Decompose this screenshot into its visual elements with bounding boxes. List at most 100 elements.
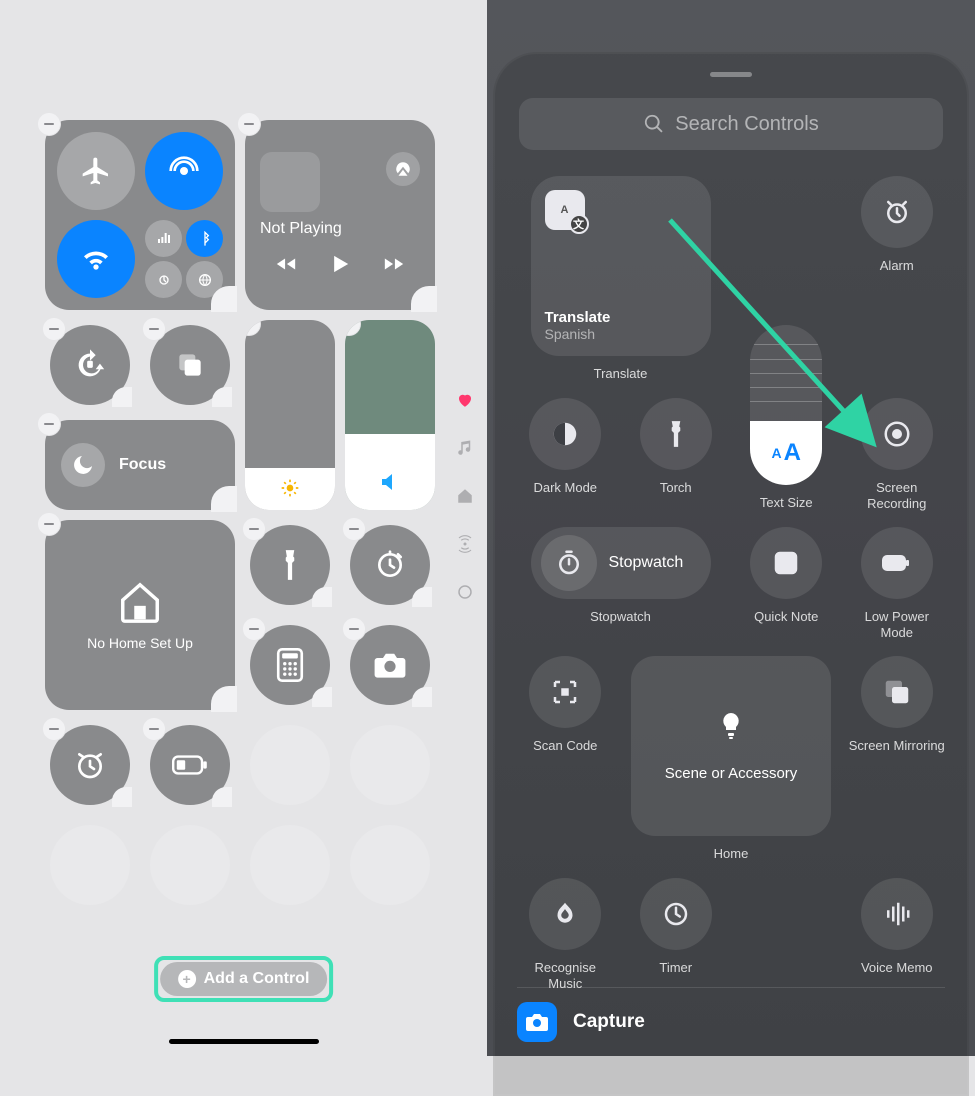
- torch-control[interactable]: [640, 398, 712, 470]
- remove-rotation-lock[interactable]: [42, 317, 66, 341]
- connectivity-more[interactable]: [145, 220, 223, 298]
- remove-home[interactable]: [37, 512, 61, 536]
- stopwatch-label: Stopwatch: [590, 609, 651, 625]
- empty-slot[interactable]: [350, 725, 430, 805]
- text-size-control[interactable]: AA: [750, 325, 822, 485]
- capture-app-icon: [517, 1002, 557, 1042]
- volume-slider[interactable]: [345, 320, 435, 510]
- torch-label: Torch: [660, 480, 692, 496]
- controls-gallery-screen: Search Controls A文 Translate Spanish Tra…: [487, 0, 975, 1056]
- airdrop-button[interactable]: [145, 132, 223, 210]
- timer-label: Timer: [659, 960, 692, 976]
- antenna-icon[interactable]: [455, 534, 475, 554]
- translate-icon: A文: [545, 190, 585, 230]
- music-note-icon[interactable]: [455, 438, 475, 458]
- add-control-label: Add a Control: [204, 970, 310, 988]
- resize-grip[interactable]: [211, 486, 237, 512]
- low-power-button[interactable]: [150, 725, 230, 805]
- add-control-highlight: + Add a Control: [154, 956, 334, 1002]
- calculator-button[interactable]: [250, 625, 330, 705]
- scan-code-label: Scan Code: [533, 738, 597, 754]
- brightness-slider[interactable]: [245, 320, 335, 510]
- remove-focus[interactable]: [37, 412, 61, 436]
- rotation-lock-button[interactable]: [50, 325, 130, 405]
- home-widget-control[interactable]: Scene or Accessory: [631, 656, 831, 836]
- home-tile[interactable]: No Home Set Up: [45, 520, 235, 710]
- stopwatch-pill-label: Stopwatch: [609, 554, 684, 572]
- timer-control[interactable]: [640, 878, 712, 950]
- search-placeholder: Search Controls: [675, 113, 818, 136]
- empty-slot[interactable]: [50, 825, 130, 905]
- voice-memo-control[interactable]: [861, 878, 933, 950]
- remove-camera[interactable]: [342, 617, 366, 641]
- translate-label: Translate: [594, 366, 648, 382]
- resize-grip[interactable]: [211, 686, 237, 712]
- home-label: Home: [714, 846, 749, 862]
- remove-alarm[interactable]: [42, 717, 66, 741]
- resize-grip[interactable]: [411, 286, 437, 312]
- low-power-mode-control[interactable]: [861, 527, 933, 599]
- remove-connectivity[interactable]: [37, 112, 61, 136]
- dark-mode-label: Dark Mode: [533, 480, 597, 496]
- media-tile[interactable]: Not Playing: [245, 120, 435, 310]
- empty-slot[interactable]: [350, 825, 430, 905]
- remove-screen-mirroring[interactable]: [142, 317, 166, 341]
- remove-timer[interactable]: [342, 517, 366, 541]
- play-icon[interactable]: [326, 250, 354, 278]
- bulb-icon: [716, 711, 746, 741]
- capture-section-title: Capture: [573, 1011, 645, 1033]
- house-icon[interactable]: [455, 486, 475, 506]
- media-status: Not Playing: [260, 220, 420, 238]
- rewind-icon[interactable]: [273, 253, 299, 275]
- page-dots-sidebar: [455, 390, 475, 602]
- empty-slot[interactable]: [250, 725, 330, 805]
- dark-mode-control[interactable]: [529, 398, 601, 470]
- recognise-music-control[interactable]: [529, 878, 601, 950]
- quick-note-label: Quick Note: [754, 609, 818, 625]
- album-art-placeholder: [260, 152, 320, 212]
- empty-slot[interactable]: [150, 825, 230, 905]
- camera-button[interactable]: [350, 625, 430, 705]
- translate-title: Translate: [545, 309, 697, 326]
- remove-brightness[interactable]: [245, 320, 261, 336]
- text-size-label: Text Size: [760, 495, 813, 511]
- screen-mirroring-label: Screen Mirroring: [849, 738, 945, 754]
- speaker-icon: [378, 470, 402, 494]
- airplane-mode-button[interactable]: [57, 132, 135, 210]
- home-widget-text: Scene or Accessory: [665, 765, 798, 782]
- scan-code-control[interactable]: [529, 656, 601, 728]
- voice-memo-label: Voice Memo: [861, 960, 933, 976]
- circle-icon[interactable]: [455, 582, 475, 602]
- connectivity-tile[interactable]: [45, 120, 235, 310]
- wifi-button[interactable]: [57, 220, 135, 298]
- search-controls-field[interactable]: Search Controls: [519, 98, 943, 150]
- screen-recording-control[interactable]: [861, 398, 933, 470]
- alarm-label: Alarm: [880, 258, 914, 274]
- remove-calculator[interactable]: [242, 617, 266, 641]
- torch-button[interactable]: [250, 525, 330, 605]
- remove-volume[interactable]: [345, 320, 361, 336]
- low-power-mode-label: Low Power Mode: [849, 609, 946, 640]
- stopwatch-control[interactable]: Stopwatch: [531, 527, 711, 599]
- focus-label: Focus: [119, 456, 166, 474]
- forward-icon[interactable]: [381, 253, 407, 275]
- search-icon: [643, 113, 665, 135]
- timer-button[interactable]: [350, 525, 430, 605]
- separator: [517, 987, 945, 988]
- focus-tile[interactable]: Focus: [45, 420, 235, 510]
- alarm-button[interactable]: [50, 725, 130, 805]
- moon-icon: [61, 443, 105, 487]
- home-indicator[interactable]: [169, 1039, 319, 1044]
- airplay-icon[interactable]: [386, 152, 420, 186]
- add-control-button[interactable]: + Add a Control: [160, 962, 328, 996]
- screen-mirroring-control[interactable]: [861, 656, 933, 728]
- quick-note-control[interactable]: [750, 527, 822, 599]
- remove-low-power[interactable]: [142, 717, 166, 741]
- heart-icon[interactable]: [455, 390, 475, 410]
- alarm-control[interactable]: [861, 176, 933, 248]
- remove-torch[interactable]: [242, 517, 266, 541]
- translate-widget[interactable]: A文 Translate Spanish: [531, 176, 711, 356]
- empty-slot[interactable]: [250, 825, 330, 905]
- remove-media[interactable]: [237, 112, 261, 136]
- screen-mirroring-button[interactable]: [150, 325, 230, 405]
